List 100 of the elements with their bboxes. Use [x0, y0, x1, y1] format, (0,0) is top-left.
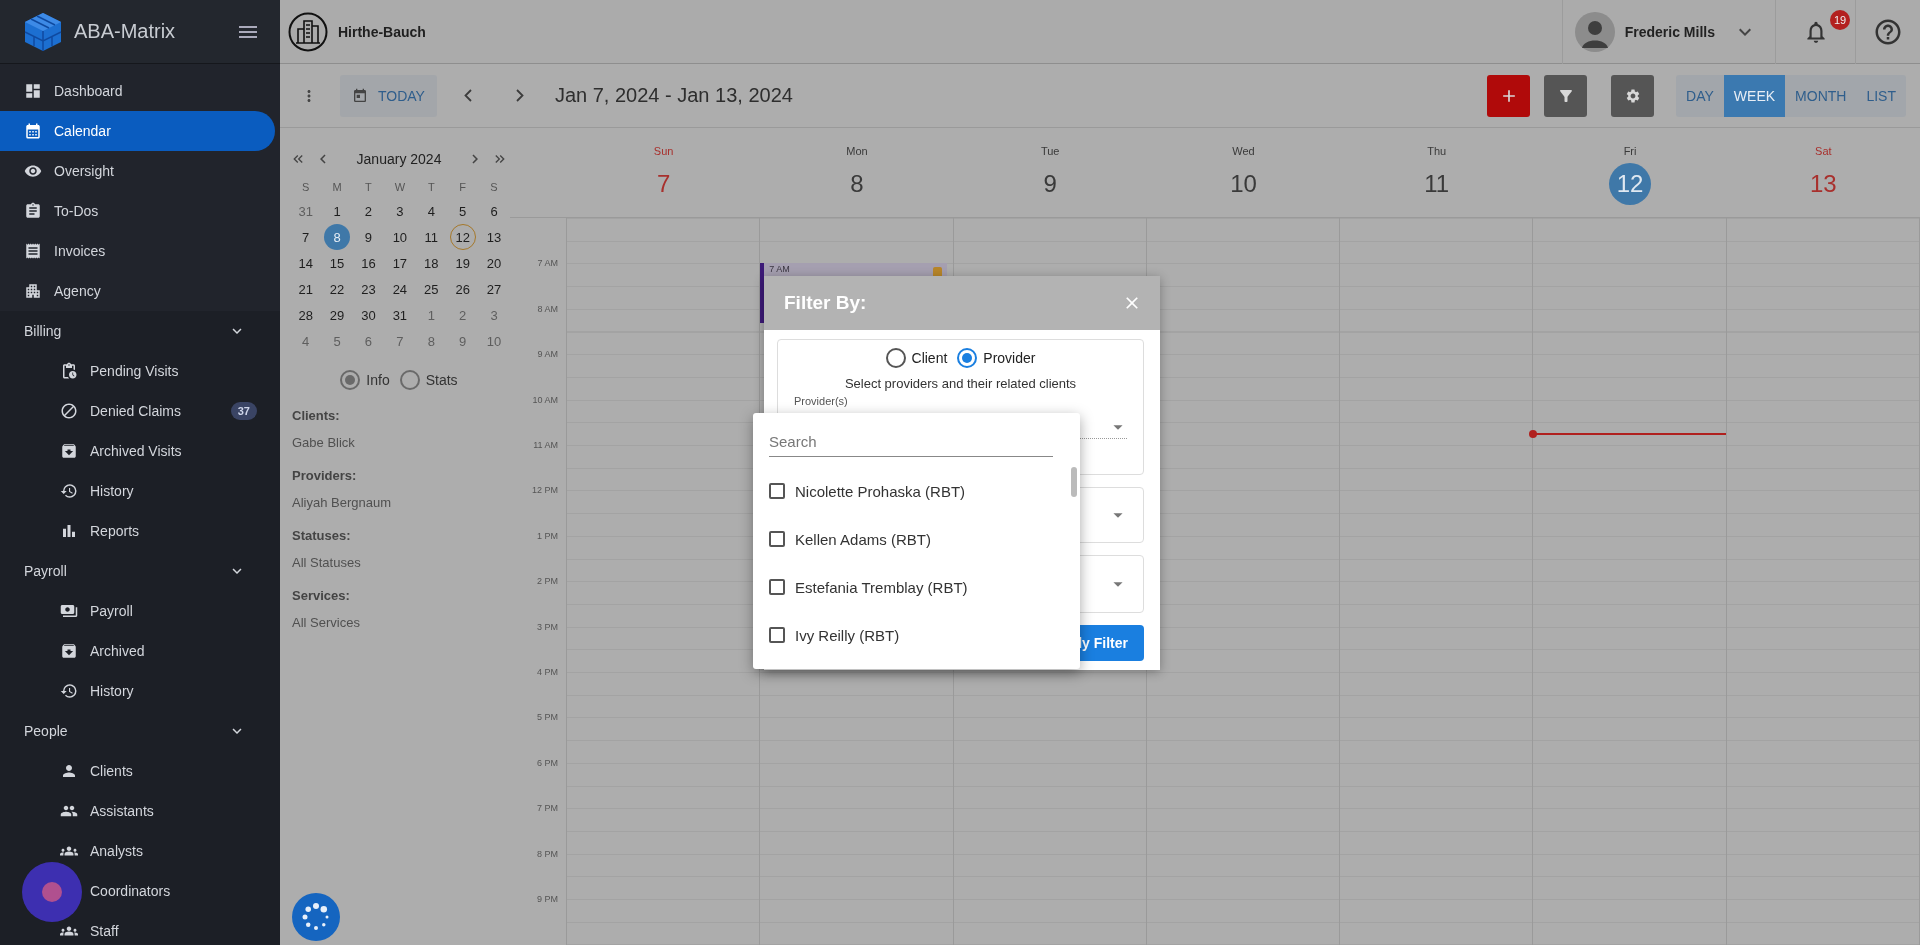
summary-value: All Services [291, 615, 361, 630]
calendar-day[interactable]: 17 [386, 250, 413, 276]
calendar-day[interactable]: 4 [418, 198, 445, 224]
day-number[interactable]: 10 [1222, 163, 1265, 205]
weekday-label: M [331, 180, 343, 195]
hour-label: 1 PM [537, 530, 558, 541]
option-item[interactable]: Nicolette Prohaska (RBT) [769, 467, 1080, 515]
nav-item[interactable]: Assistants [0, 791, 275, 831]
day-number[interactable]: 9 [1029, 163, 1072, 205]
checkbox[interactable] [769, 627, 785, 643]
calendar-day[interactable]: 22 [324, 276, 351, 302]
weekday-label: S [301, 180, 311, 195]
hour-label: 12 PM [532, 485, 558, 496]
nav-item[interactable]: Oversight [0, 151, 275, 191]
weekday-name: Sun [653, 145, 674, 157]
weekday-name: Fri [1623, 145, 1637, 157]
section-header[interactable]: Billing [0, 311, 280, 351]
calendar-day[interactable]: 18 [418, 250, 445, 276]
add-button[interactable] [1487, 74, 1531, 117]
calendar-day[interactable]: 14 [292, 250, 319, 276]
weekday-label: T [364, 180, 373, 195]
hour-label: 7 AM [537, 258, 558, 269]
summary-value: All Statuses [291, 555, 362, 570]
calendar-day[interactable]: 24 [386, 276, 413, 302]
nav-item[interactable]: Denied Claims 37 [0, 391, 275, 431]
nav-icon [24, 122, 42, 140]
notification-badge: 19 [1830, 9, 1850, 30]
radio-option[interactable]: Provider [957, 348, 1036, 368]
nav-item[interactable]: Invoices [0, 231, 275, 271]
calendar-day[interactable]: 5 [449, 198, 476, 224]
nav-item[interactable]: Analysts [0, 831, 275, 871]
radio-option[interactable]: Client [885, 348, 948, 368]
day-number[interactable]: 11 [1415, 163, 1458, 205]
hour-label: 8 PM [537, 848, 558, 859]
calendar-day[interactable]: 3 [386, 198, 413, 224]
calendar-day[interactable]: 19 [449, 250, 476, 276]
nav-item[interactable]: Archived Visits [0, 431, 275, 471]
calendar-day[interactable]: 7 [292, 224, 319, 250]
loading-button[interactable] [292, 893, 340, 941]
nav-icon [24, 242, 42, 260]
calendar-day[interactable]: 16 [355, 250, 382, 276]
radio-option[interactable]: Info [340, 370, 390, 390]
hour-label: 11 AM [533, 440, 558, 450]
nav-item[interactable]: To-Dos [0, 191, 275, 231]
calendar-day[interactable]: 13 [481, 224, 508, 250]
nav-item[interactable]: Payroll [0, 591, 275, 631]
day-number[interactable]: 12 [1609, 163, 1652, 205]
nav-item[interactable]: Staff [0, 911, 275, 945]
calendar-day[interactable]: 6 [481, 198, 508, 224]
calendar-day[interactable]: 26 [449, 276, 476, 302]
month-title: January 2024 [355, 151, 443, 167]
calendar-day[interactable]: 20 [481, 250, 508, 276]
calendar-day[interactable]: 31 [386, 302, 413, 328]
view-tab[interactable]: WEEK [1723, 74, 1786, 117]
nav-item[interactable]: Calendar [0, 111, 275, 151]
checkbox[interactable] [769, 531, 785, 547]
calendar-day[interactable]: 23 [355, 276, 382, 302]
calendar-day[interactable]: 10 [386, 224, 413, 250]
nav-icon [24, 202, 42, 220]
nav-icon [60, 602, 78, 620]
calendar-day[interactable]: 21 [292, 276, 319, 302]
checkbox[interactable] [769, 483, 785, 499]
nav-item[interactable]: Clients [0, 751, 275, 791]
calendar-day[interactable]: 2 [355, 198, 382, 224]
option-item[interactable]: Estefania Tremblay (RBT) [769, 563, 1080, 611]
nav-item[interactable]: Pending Visits [0, 351, 275, 391]
calendar-day[interactable]: 30 [355, 302, 382, 328]
nav-item[interactable]: Reports [0, 511, 275, 551]
section-header[interactable]: Payroll [0, 551, 280, 591]
user-name[interactable]: Frederic Mills [1624, 23, 1715, 40]
calendar-day[interactable]: 8 [324, 224, 351, 250]
nav-item[interactable]: Dashboard [0, 71, 275, 111]
nav-item[interactable]: History [0, 471, 275, 511]
settings-button[interactable] [1611, 74, 1655, 117]
section-header[interactable]: People [0, 711, 280, 751]
nav-icon [60, 762, 78, 780]
nav-item[interactable]: Archived [0, 631, 275, 671]
summary-heading: Statuses: [291, 528, 352, 543]
option-item[interactable]: Kellen Adams (RBT) [769, 515, 1080, 563]
weekday-label: T [426, 180, 436, 195]
calendar-day[interactable]: 28 [292, 302, 319, 328]
calendar-day[interactable]: 15 [324, 250, 351, 276]
checkbox[interactable] [769, 579, 785, 595]
nav-item[interactable]: History [0, 671, 275, 711]
day-number[interactable]: 8 [835, 163, 878, 205]
nav-icon [60, 402, 78, 420]
calendar-day[interactable]: 1 [324, 198, 351, 224]
calendar-day[interactable]: 29 [324, 302, 351, 328]
calendar-day[interactable]: 11 [418, 224, 445, 250]
nav-item[interactable]: Agency [0, 271, 275, 311]
scrollbar-thumb[interactable] [1071, 467, 1077, 497]
calendar-day[interactable]: 25 [418, 276, 445, 302]
nav-item[interactable]: Coordinators [0, 871, 275, 911]
hour-label: 9 PM [537, 894, 558, 904]
building-logo-icon [288, 11, 328, 52]
filter-button[interactable] [1544, 74, 1588, 117]
calendar-day[interactable]: 27 [481, 276, 508, 302]
calendar-day[interactable]: 9 [355, 224, 382, 250]
spinner-icon [301, 902, 331, 932]
radio-option[interactable]: Stats [399, 370, 458, 390]
